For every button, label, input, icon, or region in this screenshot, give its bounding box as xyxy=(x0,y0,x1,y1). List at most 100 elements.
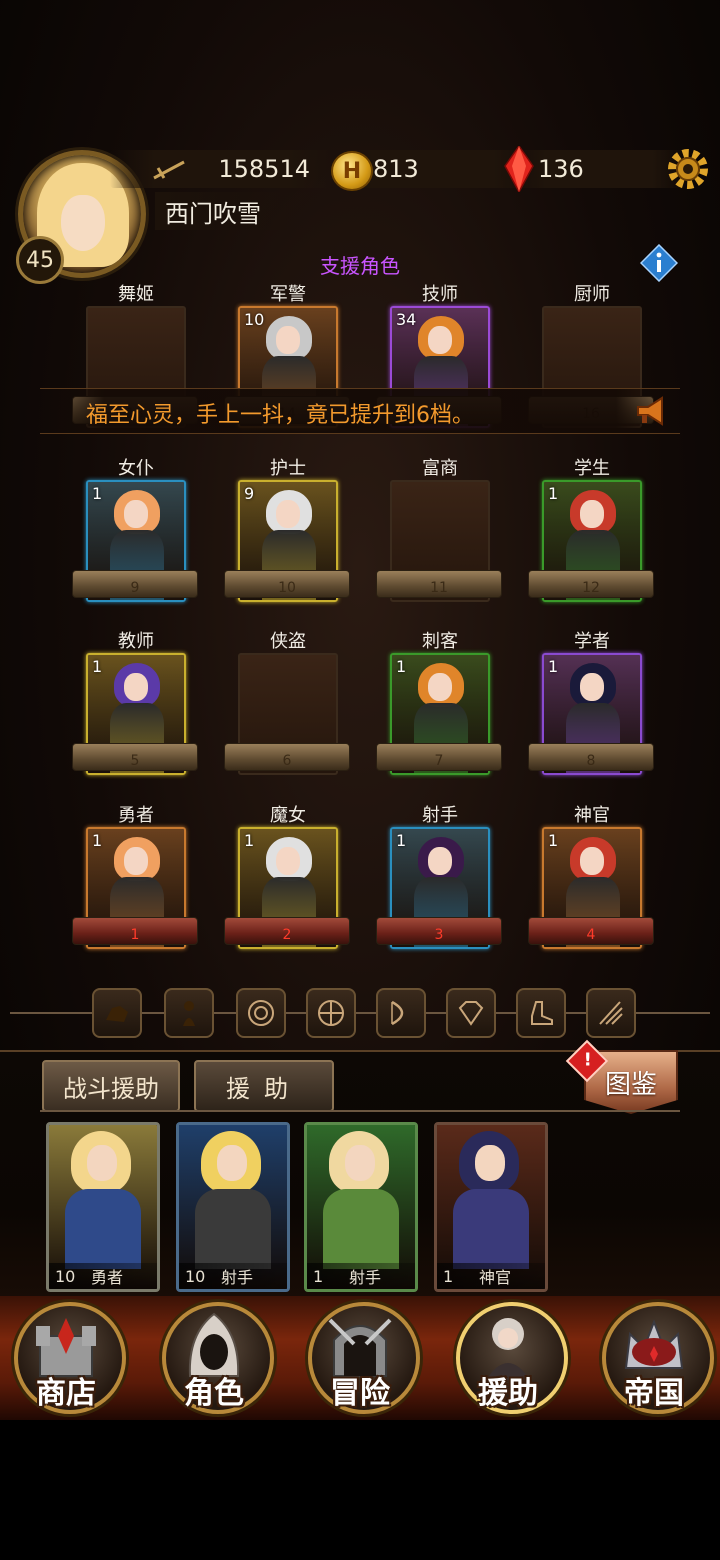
filter-beast-icon[interactable] xyxy=(92,988,142,1038)
coin-icon: H xyxy=(331,151,373,191)
team-card-role: 射手 xyxy=(221,1268,254,1287)
slot-number: 10 xyxy=(224,570,350,598)
coin-value: 813 xyxy=(373,155,419,183)
slot-label: 教师 xyxy=(118,631,154,652)
support-slot[interactable]: 魔女 1 2 xyxy=(224,801,350,951)
slot-count: 1 xyxy=(396,657,407,676)
tab-assist[interactable]: 援助 xyxy=(194,1060,334,1112)
team-card-level: 1 xyxy=(313,1266,324,1286)
nav-shop[interactable]: 商店 xyxy=(8,1298,126,1414)
team-card-level: 1 xyxy=(443,1266,454,1286)
team-card-caption: 1 神官 xyxy=(437,1263,545,1289)
team-card-role: 神官 xyxy=(479,1268,512,1287)
team-card-caption: 10 射手 xyxy=(179,1263,287,1289)
nav-assist[interactable]: 援助 xyxy=(450,1298,568,1414)
slot-number: 2 xyxy=(224,917,350,945)
team-card-caption: 10 勇者 xyxy=(49,1263,157,1289)
slot-count: 1 xyxy=(92,831,103,850)
team-card-level: 10 xyxy=(185,1266,206,1286)
announcement-text: 福至心灵，手上一抖，竟已提升到6档。 xyxy=(86,403,474,428)
slot-count: 34 xyxy=(396,310,417,329)
assist-panel: 战斗援助 援助 图鉴 ! 10 勇者 10 射手 1 射手 1 神官 xyxy=(0,1039,720,1312)
tab-battle-assist[interactable]: 战斗援助 xyxy=(42,1060,180,1112)
team-card[interactable]: 1 神官 xyxy=(434,1122,548,1292)
team-card-role: 射手 xyxy=(349,1268,382,1287)
slot-count: 1 xyxy=(396,831,407,850)
slot-count: 1 xyxy=(92,657,103,676)
slot-count: 1 xyxy=(548,657,559,676)
team-card-role: 勇者 xyxy=(91,1268,124,1287)
slot-label: 舞姬 xyxy=(118,284,154,305)
slot-number: 5 xyxy=(72,743,198,771)
filter-diamond-icon[interactable] xyxy=(446,988,496,1038)
nav-character[interactable]: 角色 xyxy=(156,1298,274,1414)
filter-bow-icon[interactable] xyxy=(376,988,426,1038)
slot-label: 射手 xyxy=(422,805,458,826)
red-gem-icon xyxy=(504,146,534,192)
support-title: 支援角色 xyxy=(320,254,400,278)
slot-label: 刺客 xyxy=(422,631,458,652)
support-slot[interactable]: 学生 1 12 xyxy=(528,454,654,604)
support-slot[interactable]: 教师 1 5 xyxy=(72,627,198,777)
filter-slash-icon[interactable] xyxy=(586,988,636,1038)
filter-target-icon[interactable] xyxy=(236,988,286,1038)
support-slot[interactable]: 护士 9 10 xyxy=(224,454,350,604)
support-slot[interactable]: 神官 1 4 xyxy=(528,801,654,951)
team-card-level: 10 xyxy=(55,1266,76,1286)
team-card[interactable]: 10 勇者 xyxy=(46,1122,160,1292)
slot-number: 6 xyxy=(224,743,350,771)
nav-empire[interactable]: 帝国 xyxy=(596,1298,714,1414)
nav-adventure[interactable]: 冒险 xyxy=(302,1298,420,1414)
slot-label: 技师 xyxy=(422,284,458,305)
nav-empire-label: 帝国 xyxy=(624,1376,684,1411)
nav-character-label: 角色 xyxy=(184,1376,244,1411)
slot-label: 侠盗 xyxy=(270,631,306,652)
slot-number: 11 xyxy=(376,570,502,598)
slot-count: 1 xyxy=(244,831,255,850)
support-slot[interactable]: 射手 1 3 xyxy=(376,801,502,951)
slot-label: 女仆 xyxy=(118,458,154,479)
slot-number: 3 xyxy=(376,917,502,945)
nav-shop-label: 商店 xyxy=(36,1376,96,1411)
filter-maiden-icon[interactable] xyxy=(164,988,214,1038)
game-screen: 45 158514 H 813 136 西门吹雪 支援角色 舞姬13军警1014… xyxy=(0,0,720,1420)
support-slot[interactable]: 富商 11 xyxy=(376,454,502,604)
slot-label: 护士 xyxy=(270,458,306,479)
slot-number: 7 xyxy=(376,743,502,771)
slot-label: 厨师 xyxy=(574,284,610,305)
support-slot[interactable]: 勇者 1 1 xyxy=(72,801,198,951)
nav-assist-label: 援助 xyxy=(478,1376,538,1411)
slot-count: 10 xyxy=(244,310,265,329)
category-filter-row xyxy=(0,982,720,1048)
gem-value: 136 xyxy=(538,155,584,183)
support-slot[interactable]: 侠盗 6 xyxy=(224,627,350,777)
horn-icon[interactable] xyxy=(634,393,670,429)
settings-gear-icon[interactable] xyxy=(664,146,712,192)
team-card[interactable]: 10 射手 xyxy=(176,1122,290,1292)
slot-count: 1 xyxy=(548,831,559,850)
nav-adventure-label: 冒险 xyxy=(330,1376,390,1411)
slot-number: 12 xyxy=(528,570,654,598)
support-slot[interactable]: 学者 1 8 xyxy=(528,627,654,777)
slot-number: 4 xyxy=(528,917,654,945)
slot-label: 学者 xyxy=(574,631,610,652)
alert-badge-mark: ! xyxy=(583,1049,592,1071)
slot-number: 9 xyxy=(72,570,198,598)
support-slot[interactable]: 刺客 1 7 xyxy=(376,627,502,777)
slot-label: 富商 xyxy=(422,458,458,479)
team-card-caption: 1 射手 xyxy=(307,1263,415,1289)
slot-label: 勇者 xyxy=(118,805,154,826)
player-name: 西门吹雪 xyxy=(155,192,325,230)
support-slot[interactable]: 女仆 1 9 xyxy=(72,454,198,604)
bottom-nav: 商店 角色 冒险 援助 帝国 xyxy=(0,1296,720,1420)
slot-label: 魔女 xyxy=(270,805,306,826)
announcement-marquee: 福至心灵，手上一抖，竟已提升到6档。 xyxy=(40,388,680,434)
slot-label: 学生 xyxy=(574,458,610,479)
slot-count: 1 xyxy=(548,484,559,503)
team-card[interactable]: 1 射手 xyxy=(304,1122,418,1292)
filter-wheel-icon[interactable] xyxy=(306,988,356,1038)
slot-label: 神官 xyxy=(574,805,610,826)
power-bar: 158514 xyxy=(110,150,334,188)
slot-label: 军警 xyxy=(270,284,306,305)
filter-boot-icon[interactable] xyxy=(516,988,566,1038)
